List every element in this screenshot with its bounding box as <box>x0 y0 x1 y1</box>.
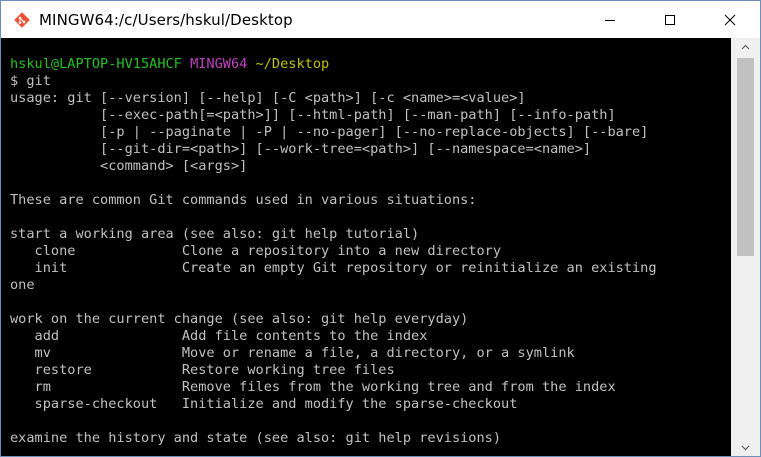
minimize-button[interactable] <box>580 1 640 38</box>
output-line: mv Move or rename a file, a directory, o… <box>10 345 575 361</box>
output-line: add Add file contents to the index <box>10 328 428 344</box>
window-controls <box>580 1 760 38</box>
output-line: work on the current change (see also: gi… <box>10 311 469 327</box>
output-line: [-p | --paginate | -P | --no-pager] [--n… <box>10 124 649 140</box>
scroll-down-button[interactable] <box>731 439 760 456</box>
output-line: restore Restore working tree files <box>10 362 395 378</box>
window-title: MINGW64:/c/Users/hskul/Desktop <box>39 10 293 29</box>
output-line: rm Remove files from the working tree an… <box>10 379 616 395</box>
terminal-lines: hskul@LAPTOP-HV15AHCF MINGW64 ~/Desktop … <box>10 56 657 447</box>
output-line: clone Clone a repository into a new dire… <box>10 243 502 259</box>
scroll-up-button[interactable] <box>731 38 760 55</box>
output-line: <command> [<args>] <box>10 158 248 174</box>
output-line: [--exec-path[=<path>]] [--html-path] [--… <box>10 107 616 123</box>
scrollbar-thumb[interactable] <box>737 58 754 256</box>
close-icon <box>724 14 736 25</box>
git-bash-icon[interactable] <box>13 11 31 29</box>
minimize-icon <box>605 19 615 21</box>
output-line: one <box>10 277 35 293</box>
vertical-scrollbar[interactable] <box>731 38 760 456</box>
prompt-line: hskul@LAPTOP-HV15AHCF MINGW64 ~/Desktop <box>10 56 657 73</box>
output-line: start a working area (see also: git help… <box>10 226 420 242</box>
output-line: [--git-dir=<path>] [--work-tree=<path>] … <box>10 141 592 157</box>
chevron-up-icon <box>741 44 750 49</box>
maximize-button[interactable] <box>640 1 700 38</box>
terminal-output-area[interactable]: hskul@LAPTOP-HV15AHCF MINGW64 ~/Desktop … <box>1 38 731 456</box>
title-bar[interactable]: MINGW64:/c/Users/hskul/Desktop <box>1 1 760 38</box>
output-line: sparse-checkout Initialize and modify th… <box>10 396 518 412</box>
command-line: $ git <box>10 73 657 90</box>
prompt-path: ~/Desktop <box>255 56 330 72</box>
chevron-down-icon <box>741 445 750 450</box>
command-text: git <box>26 73 51 89</box>
output-line: examine the history and state (see also:… <box>10 430 502 446</box>
prompt-symbol: $ <box>10 73 19 89</box>
maximize-icon <box>665 14 675 25</box>
prompt-env: MINGW64 <box>190 56 248 72</box>
terminal-window: MINGW64:/c/Users/hskul/Desktop hskul@LAP… <box>0 0 761 457</box>
prompt-user-host: hskul@LAPTOP-HV15AHCF <box>10 56 182 72</box>
close-button[interactable] <box>700 1 760 38</box>
output-line: These are common Git commands used in va… <box>10 192 477 208</box>
output-line: usage: git [--version] [--help] [-C <pat… <box>10 90 526 106</box>
output-line: init Create an empty Git repository or r… <box>10 260 657 276</box>
